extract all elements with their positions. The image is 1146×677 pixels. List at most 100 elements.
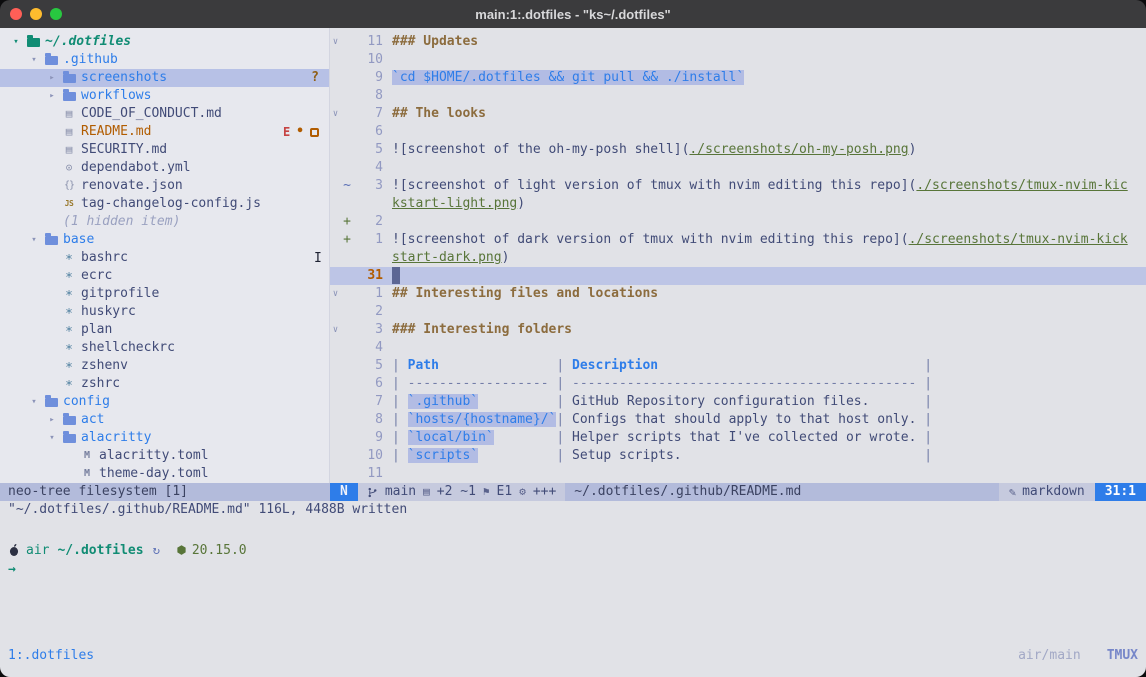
editor-line[interactable]: 9| `local/bin` | Helper scripts that I'v… <box>330 429 1146 447</box>
fold-column <box>330 159 341 177</box>
editor-line[interactable]: ~3![screenshot of light version of tmux … <box>330 177 1146 195</box>
editor-line[interactable]: ∨11### Updates <box>330 33 1146 51</box>
tree-item-folder[interactable]: ▸screenshots? <box>0 69 329 87</box>
untracked-badge: ? <box>311 69 319 87</box>
editor-line[interactable]: 4 <box>330 159 1146 177</box>
close-button[interactable] <box>10 8 22 20</box>
line-text: | `.github` | GitHub Repository configur… <box>392 393 1146 411</box>
editor-line[interactable]: 8| `hosts/{hostname}/`| Configs that sho… <box>330 411 1146 429</box>
tree-item-file[interactable]: ▤CODE_OF_CONDUCT.md <box>0 105 329 123</box>
line-text: | Path | Description | <box>392 357 1146 375</box>
text-segment: | <box>392 394 408 409</box>
editor-line[interactable]: 10| `scripts` | Setup scripts. | <box>330 447 1146 465</box>
tree-item-file[interactable]: ∗shellcheckrc <box>0 339 329 357</box>
tree-item-file[interactable]: ∗gitprofile <box>0 285 329 303</box>
tree-item-file[interactable]: ∗huskyrc <box>0 303 329 321</box>
editor-line[interactable]: 8 <box>330 87 1146 105</box>
line-text: start-dark.png) <box>392 249 1146 267</box>
editor-line[interactable]: kstart-light.png) <box>330 195 1146 213</box>
line-text: ## Interesting files and locations <box>392 285 1146 303</box>
tree-item-file[interactable]: ∗plan <box>0 321 329 339</box>
terminal-content: ▾~/.dotfiles▾.github▸screenshots?▸workfl… <box>0 28 1146 677</box>
text-segment: | <box>549 430 572 445</box>
tree-item-file[interactable]: ▤README.mdE• <box>0 123 329 141</box>
git-sign: ~ <box>341 177 353 195</box>
tree-item-file[interactable]: ⊙dependabot.yml <box>0 159 329 177</box>
tree-item-file[interactable]: {}renovate.json <box>0 177 329 195</box>
fullscreen-button[interactable] <box>50 8 62 20</box>
chevron-down-icon[interactable]: ▾ <box>8 33 24 51</box>
node-version: 20.15.0 <box>192 543 247 558</box>
fold-open-icon[interactable]: ∨ <box>330 321 341 339</box>
shell-pane[interactable]: air ~/.dotfiles ↻ 20.15.0 → <box>0 519 1146 647</box>
editor-line[interactable]: +2 <box>330 213 1146 231</box>
line-number: 5 <box>353 357 383 375</box>
editor-line[interactable]: ∨7## The looks <box>330 105 1146 123</box>
tree-item-folder[interactable]: ▾config <box>0 393 329 411</box>
node-icon <box>176 544 187 556</box>
editor-line[interactable]: ∨3### Interesting folders <box>330 321 1146 339</box>
tree-item-folder[interactable]: ▾.github <box>0 51 329 69</box>
minimize-button[interactable] <box>30 8 42 20</box>
chevron-down-icon[interactable]: ▾ <box>26 51 42 69</box>
text-segment: ### Interesting folders <box>392 322 572 337</box>
editor-line[interactable]: 7| `.github` | GitHub Repository configu… <box>330 393 1146 411</box>
fold-column <box>330 429 341 447</box>
fold-open-icon[interactable]: ∨ <box>330 33 341 51</box>
folder-glyph <box>45 56 58 65</box>
text-segment: | <box>549 358 572 373</box>
chevron-right-icon[interactable]: ▸ <box>44 411 60 429</box>
tmux-window-tab[interactable]: 1:.dotfiles <box>8 647 94 665</box>
tree-item-folder[interactable]: ▾~/.dotfiles <box>0 33 329 51</box>
line-text <box>392 339 1146 357</box>
editor-line[interactable]: 31 <box>330 267 1146 285</box>
line-text: `cd $HOME/.dotfiles && git pull && ./ins… <box>392 69 1146 87</box>
chevron-down-icon[interactable]: ▾ <box>26 231 42 249</box>
tree-item-folder[interactable]: ▸workflows <box>0 87 329 105</box>
shell-input-line[interactable]: → <box>8 561 1146 579</box>
tree-item-file[interactable]: (1 hidden item) <box>0 213 329 231</box>
tree-item-folder[interactable]: ▾alacritty <box>0 429 329 447</box>
tree-item-file[interactable]: ▤SECURITY.md <box>0 141 329 159</box>
editor-line[interactable]: 10 <box>330 51 1146 69</box>
editor-line[interactable]: 9`cd $HOME/.dotfiles && git pull && ./in… <box>330 69 1146 87</box>
line-number: 8 <box>353 411 383 429</box>
editor-line[interactable]: 6 <box>330 123 1146 141</box>
fold-column <box>330 69 341 87</box>
chevron-down-icon[interactable]: ▾ <box>26 393 42 411</box>
tree-item-folder[interactable]: ▾base <box>0 231 329 249</box>
fold-open-icon[interactable]: ∨ <box>330 285 341 303</box>
editor-line[interactable]: 5 | Path | Description | <box>330 357 1146 375</box>
editor-line[interactable]: 2 <box>330 303 1146 321</box>
tree-item-file[interactable]: ∗zshrc <box>0 375 329 393</box>
tree-item-file[interactable]: ∗bashrc <box>0 249 329 267</box>
fold-open-icon[interactable]: ∨ <box>330 105 341 123</box>
titlebar: main:1:.dotfiles - "ks~/.dotfiles" <box>0 0 1146 28</box>
line-number: 8 <box>353 87 383 105</box>
editor-pane[interactable]: ∨11### Updates109`cd $HOME/.dotfiles && … <box>330 28 1146 483</box>
editor-line[interactable]: 11 <box>330 465 1146 483</box>
chevron-down-icon[interactable]: ▾ <box>44 429 60 447</box>
tree-item-file[interactable]: JStag-changelog-config.js <box>0 195 329 213</box>
editor-line[interactable]: 6| ------------------ | ----------------… <box>330 375 1146 393</box>
line-number: 11 <box>353 33 383 51</box>
editor-line[interactable]: start-dark.png) <box>330 249 1146 267</box>
editor-line[interactable]: ∨1## Interesting files and locations <box>330 285 1146 303</box>
tree-item-folder[interactable]: ▸act <box>0 411 329 429</box>
shell-file-icon: ∗ <box>60 375 78 393</box>
sign-column <box>341 285 353 303</box>
shell-file-icon: ∗ <box>60 321 78 339</box>
tree-item-file[interactable]: Malacritty.toml <box>0 447 329 465</box>
chevron-right-icon[interactable]: ▸ <box>44 87 60 105</box>
text-segment: GitHub Repository configuration files. <box>572 394 869 409</box>
editor-line[interactable]: 5![screenshot of the oh-my-posh shell](.… <box>330 141 1146 159</box>
tree-item-file[interactable]: ∗zshenv <box>0 357 329 375</box>
gear-icon: ⚙ <box>519 483 526 501</box>
statusline: N main ▤ +2 ~1 ⚑ E1 ⚙ +++ ~/.dotfiles/.g… <box>330 483 1146 501</box>
toml-file-icon: M <box>78 465 96 483</box>
chevron-right-icon[interactable]: ▸ <box>44 69 60 87</box>
tree-item-file[interactable]: ∗ecrc <box>0 267 329 285</box>
editor-line[interactable]: +1![screenshot of dark version of tmux w… <box>330 231 1146 249</box>
tree-item-file[interactable]: Mtheme-day.toml <box>0 465 329 483</box>
editor-line[interactable]: 4 <box>330 339 1146 357</box>
